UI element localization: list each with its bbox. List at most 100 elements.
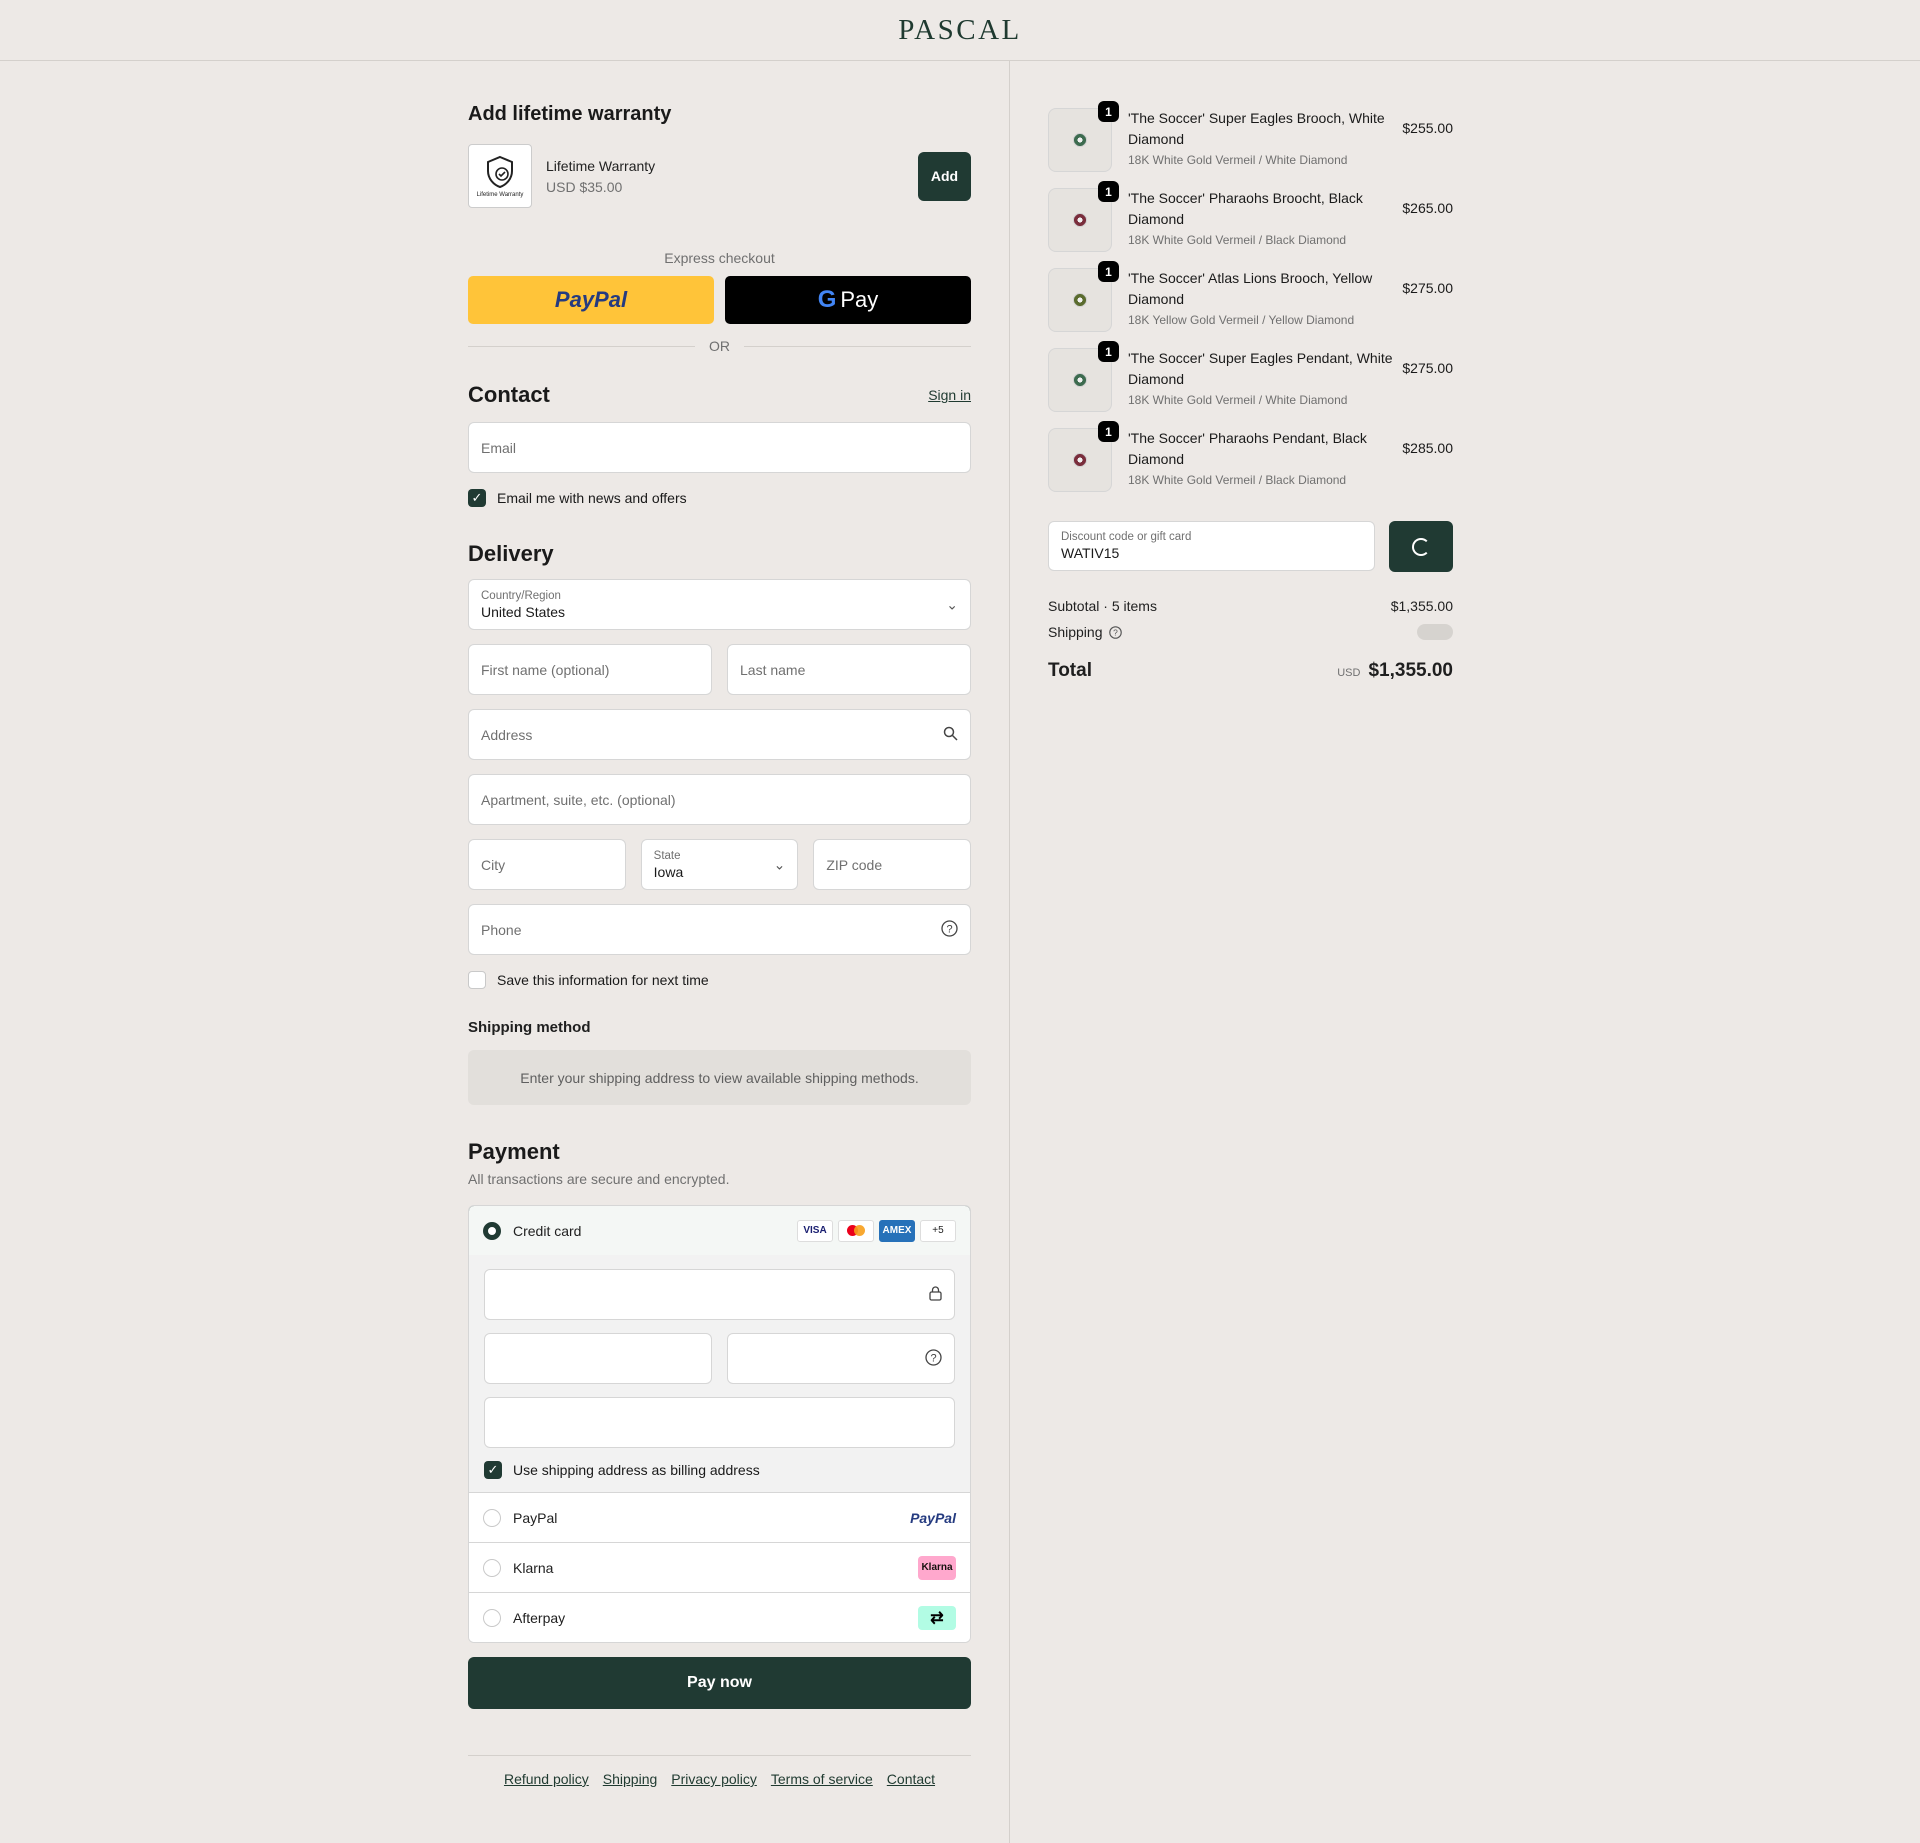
shipping-method-title: Shipping method bbox=[468, 1019, 591, 1036]
paypal-radio[interactable] bbox=[483, 1508, 501, 1527]
credit-card-radio[interactable] bbox=[483, 1221, 501, 1240]
security-code-field[interactable]: ? bbox=[727, 1333, 955, 1384]
card-logos: VISA AMEX +5 bbox=[797, 1219, 956, 1242]
paypal-express-button[interactable]: PayPal bbox=[468, 276, 714, 324]
zip-placeholder: ZIP code bbox=[826, 856, 883, 873]
name-row: First name (optional) Last name bbox=[468, 644, 971, 695]
klarna-icon: Klarna bbox=[918, 1555, 956, 1580]
gpay-label: Pay bbox=[840, 287, 879, 312]
brooch-image bbox=[1073, 213, 1087, 227]
paypal-option[interactable]: PayPal PayPal bbox=[469, 1492, 970, 1542]
address-placeholder: Address bbox=[481, 726, 533, 743]
total-currency: USD bbox=[1337, 667, 1361, 679]
product-variant: 18K Yellow Gold Vermeil / Yellow Diamond bbox=[1128, 313, 1355, 327]
payment-title: Payment bbox=[468, 1139, 560, 1164]
news-checkbox[interactable]: ✓ bbox=[468, 489, 486, 507]
header: PASCAL bbox=[0, 0, 1920, 61]
store-logo[interactable]: PASCAL bbox=[898, 14, 1022, 47]
billing-label: Use shipping address as billing address bbox=[513, 1462, 760, 1478]
refund-policy-link[interactable]: Refund policy bbox=[504, 1771, 589, 1787]
warranty-thumb-caption: Lifetime Warranty bbox=[476, 191, 524, 198]
cart-item: 1 'The Soccer' Pharaohs Pendant, Black D… bbox=[1048, 421, 1453, 508]
state-label: State bbox=[653, 849, 681, 862]
first-name-field[interactable]: First name (optional) bbox=[468, 644, 712, 695]
payment-options: Credit card VISA AMEX +5 ? ✓ Use shippin… bbox=[468, 1205, 971, 1643]
column-divider bbox=[1009, 61, 1010, 1843]
lock-icon bbox=[929, 1285, 942, 1304]
klarna-radio[interactable] bbox=[483, 1558, 501, 1577]
klarna-label: Klarna bbox=[513, 1559, 554, 1576]
warranty-thumbnail: Lifetime Warranty bbox=[468, 144, 532, 208]
shipping-link[interactable]: Shipping bbox=[603, 1771, 658, 1787]
shipping-row: Shipping ? bbox=[1048, 624, 1453, 640]
zip-field[interactable]: ZIP code bbox=[813, 839, 972, 890]
afterpay-radio[interactable] bbox=[483, 1608, 501, 1627]
city-placeholder: City bbox=[481, 856, 506, 873]
product-name: 'The Soccer' Super Eagles Brooch, White … bbox=[1128, 110, 1385, 147]
afterpay-option[interactable]: Afterpay ⇄ bbox=[469, 1592, 970, 1642]
discount-code-field[interactable]: Discount code or gift card WATIV15 bbox=[1048, 521, 1375, 571]
search-icon bbox=[943, 726, 958, 744]
google-pay-button[interactable]: G Pay bbox=[725, 276, 971, 324]
card-number-field[interactable] bbox=[484, 1269, 955, 1320]
news-checkbox-row[interactable]: ✓ Email me with news and offers bbox=[468, 489, 971, 507]
pendant-image bbox=[1073, 453, 1087, 467]
billing-checkbox[interactable]: ✓ bbox=[484, 1461, 502, 1479]
country-value: United States bbox=[481, 603, 566, 620]
express-checkout-buttons: PayPal G Pay bbox=[468, 276, 971, 324]
credit-card-form: ? ✓ Use shipping address as billing addr… bbox=[469, 1255, 970, 1492]
amex-icon: AMEX bbox=[879, 1219, 915, 1242]
cart-item: 1 'The Soccer' Super Eagles Brooch, Whit… bbox=[1048, 101, 1453, 188]
product-price: $275.00 bbox=[1402, 280, 1453, 296]
help-icon[interactable]: ? bbox=[1108, 625, 1122, 639]
save-info-label: Save this information for next time bbox=[497, 972, 709, 988]
city-field[interactable]: City bbox=[468, 839, 626, 890]
email-field[interactable]: Email bbox=[468, 422, 971, 473]
add-warranty-button[interactable]: Add bbox=[918, 151, 971, 201]
phone-field[interactable]: Phone ? bbox=[468, 904, 971, 955]
product-variant: 18K White Gold Vermeil / Black Diamond bbox=[1128, 233, 1347, 247]
billing-address-row[interactable]: ✓ Use shipping address as billing addres… bbox=[484, 1461, 955, 1492]
cart-item: 1 'The Soccer' Pharaohs Broocht, Black D… bbox=[1048, 181, 1453, 268]
warranty-info: Lifetime Warranty USD $35.00 bbox=[546, 158, 918, 195]
product-name: 'The Soccer' Pharaohs Broocht, Black Dia… bbox=[1128, 190, 1363, 227]
state-select[interactable]: State Iowa ⌄ bbox=[640, 839, 799, 890]
sign-in-link[interactable]: Sign in bbox=[928, 387, 971, 403]
product-thumbnail: 1 bbox=[1048, 101, 1119, 172]
credit-card-option[interactable]: Credit card VISA AMEX +5 bbox=[469, 1206, 970, 1256]
product-thumbnail: 1 bbox=[1048, 181, 1119, 252]
apply-discount-button[interactable] bbox=[1389, 521, 1453, 572]
last-name-placeholder: Last name bbox=[740, 661, 806, 678]
address-field[interactable]: Address bbox=[468, 709, 971, 760]
warranty-title: Add lifetime warranty bbox=[468, 103, 672, 125]
name-on-card-field[interactable] bbox=[484, 1397, 955, 1448]
footer-divider bbox=[468, 1755, 971, 1756]
contact-link[interactable]: Contact bbox=[887, 1771, 935, 1787]
country-select[interactable]: Country/Region United States ⌄ bbox=[468, 579, 971, 630]
save-info-row[interactable]: Save this information for next time bbox=[468, 971, 971, 989]
expiry-field[interactable] bbox=[484, 1333, 712, 1384]
help-icon[interactable]: ? bbox=[941, 919, 958, 940]
save-info-checkbox[interactable] bbox=[468, 971, 486, 989]
visa-icon: VISA bbox=[797, 1219, 833, 1242]
help-icon[interactable]: ? bbox=[925, 1348, 942, 1369]
product-price: $285.00 bbox=[1402, 440, 1453, 456]
privacy-policy-link[interactable]: Privacy policy bbox=[671, 1771, 757, 1787]
shipping-method-notice: Enter your shipping address to view avai… bbox=[468, 1050, 971, 1105]
chevron-down-icon: ⌄ bbox=[946, 596, 958, 612]
last-name-field[interactable]: Last name bbox=[727, 644, 971, 695]
product-thumbnail: 1 bbox=[1048, 421, 1119, 492]
product-name: 'The Soccer' Atlas Lions Brooch, Yellow … bbox=[1128, 270, 1373, 307]
contact-title: Contact bbox=[468, 382, 550, 407]
quantity-badge: 1 bbox=[1098, 101, 1119, 122]
or-label: OR bbox=[709, 338, 730, 354]
order-summary: 1 'The Soccer' Super Eagles Brooch, Whit… bbox=[1048, 61, 1453, 682]
pay-now-button[interactable]: Pay now bbox=[468, 1657, 971, 1709]
mastercard-icon bbox=[838, 1219, 874, 1242]
terms-link[interactable]: Terms of service bbox=[771, 1771, 873, 1787]
paypal-label: PayPal bbox=[513, 1509, 558, 1526]
apartment-field[interactable]: Apartment, suite, etc. (optional) bbox=[468, 774, 971, 825]
state-value: Iowa bbox=[653, 863, 684, 880]
product-name: 'The Soccer' Pharaohs Pendant, Black Dia… bbox=[1128, 430, 1367, 467]
klarna-option[interactable]: Klarna Klarna bbox=[469, 1542, 970, 1592]
